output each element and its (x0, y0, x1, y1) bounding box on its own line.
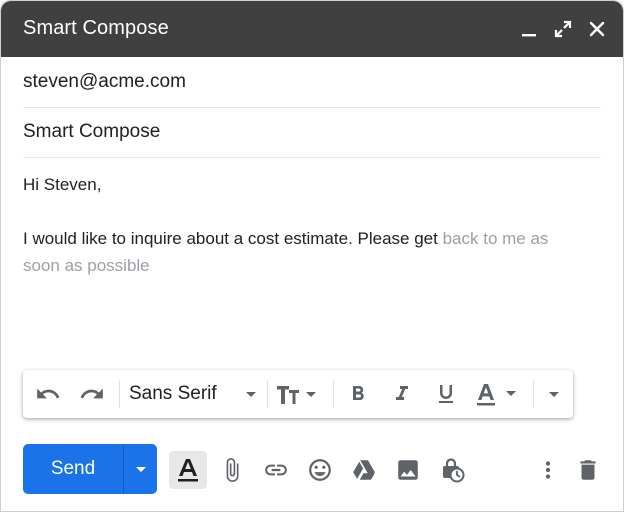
compose-titlebar[interactable]: Smart Compose (1, 1, 623, 57)
toolbar-divider (267, 380, 268, 408)
more-formatting-icon[interactable] (539, 378, 569, 410)
typed-text: I would like to inquire about a cost est… (23, 229, 438, 248)
schedule-send-dropdown[interactable] (124, 444, 157, 494)
drive-icon[interactable] (345, 451, 383, 489)
message-line-1: I would like to inquire about a cost est… (23, 225, 601, 253)
more-options-icon[interactable] (529, 451, 567, 489)
smart-compose-suggestion: back to me as (442, 229, 549, 248)
chevron-down-icon (135, 467, 146, 472)
font-family-label: Sans Serif (129, 383, 217, 404)
redo-icon[interactable] (77, 378, 107, 410)
toolbar-divider (533, 380, 534, 408)
underline-icon[interactable] (431, 378, 461, 410)
formatting-toggle-icon[interactable] (169, 451, 207, 489)
recipient-value: steven@acme.com (23, 71, 186, 92)
emoji-icon[interactable] (301, 451, 339, 489)
smart-compose-suggestion-continued: soon as possible (23, 256, 150, 275)
send-label: Send (50, 458, 96, 479)
text-size-icon[interactable] (275, 378, 325, 410)
compose-window: Smart Compose steven@acme.com Smart Comp… (0, 0, 624, 512)
greeting-line: Hi Steven, (23, 175, 102, 194)
undo-icon[interactable] (33, 378, 63, 410)
send-button[interactable]: Send (23, 444, 157, 494)
toolbar-divider (333, 380, 334, 408)
formatting-toolbar: Sans Serif (23, 370, 573, 418)
photo-icon[interactable] (389, 451, 427, 489)
bold-icon[interactable] (343, 378, 373, 410)
chevron-down-icon (239, 382, 263, 411)
text-color-icon[interactable] (475, 378, 525, 410)
attach-icon[interactable] (213, 451, 251, 489)
font-family-select[interactable]: Sans Serif (129, 378, 265, 410)
italic-icon[interactable] (387, 378, 417, 410)
minimize-icon[interactable] (516, 16, 542, 42)
close-icon[interactable] (584, 16, 610, 42)
subject-field[interactable]: Smart Compose (23, 107, 601, 158)
confidential-mode-icon[interactable] (433, 451, 471, 489)
link-icon[interactable] (257, 451, 295, 489)
recipient-field[interactable]: steven@acme.com (23, 57, 601, 108)
expand-icon[interactable] (550, 16, 576, 42)
toolbar-divider (119, 380, 120, 408)
subject-value: Smart Compose (23, 121, 161, 142)
window-title: Smart Compose (23, 17, 169, 39)
trash-icon[interactable] (569, 451, 607, 489)
